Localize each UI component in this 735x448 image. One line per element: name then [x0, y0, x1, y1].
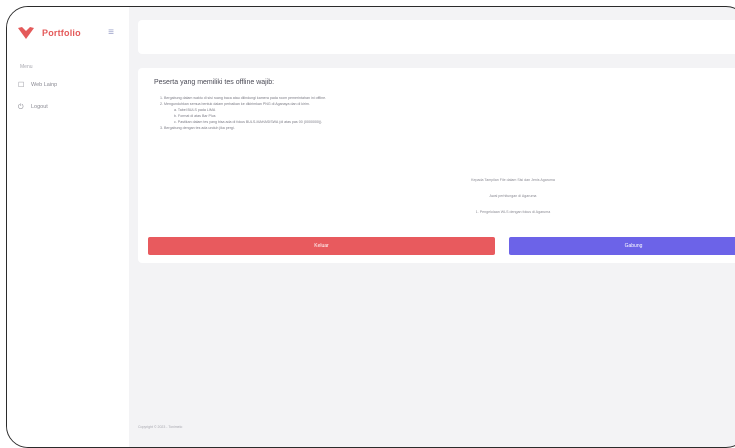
join-button[interactable]: Gabung: [509, 237, 735, 255]
footer-copyright: Copyright © 2023 - Tonimelo: [138, 425, 183, 429]
logout-icon: ⏻: [18, 103, 24, 111]
sidebar-item-home[interactable]: ☐ Web Lainp: [18, 80, 57, 90]
info-line: Kepada Tampilan File dalam Sisi dan Jeni…: [471, 178, 555, 182]
app-frame: Portfolio ≡ Menu ☐ Web Lainp ⏻ Logout Pe…: [6, 6, 735, 448]
top-bar: [138, 20, 735, 54]
square-icon: ☐: [18, 81, 25, 89]
card-title: Peserta yang memiliki tes offline wajib:: [154, 79, 275, 86]
heart-logo-icon: [18, 27, 34, 39]
info-line: Awal perhitungan di Agaruma: [489, 194, 537, 198]
sidebar-item-label: Web Lainp: [31, 82, 58, 88]
brand-name: Portfolio: [42, 28, 81, 38]
rules-list: 1. Bergabung dalam waktu di sisi ruang b…: [160, 95, 326, 131]
sidebar: Portfolio ≡ Menu ☐ Web Lainp ⏻ Logout: [7, 7, 129, 447]
info-lines: Kepada Tampilan File dalam Sisi dan Jeni…: [388, 172, 638, 220]
sidebar-item-label: Logout: [31, 104, 48, 110]
brand[interactable]: Portfolio: [17, 26, 81, 40]
rule-item: 3. Bergabung dengan tes ada unduh jika p…: [160, 126, 235, 130]
exam-instructions-card: Peserta yang memiliki tes offline wajib:…: [138, 68, 735, 263]
menu-toggle-icon[interactable]: ≡: [106, 28, 116, 38]
sidebar-section-label: Menu: [20, 64, 33, 70]
info-line: 1. Pengelolaan WLS dengan fokus di Agaru…: [475, 210, 551, 214]
exit-button[interactable]: Keluar: [148, 237, 495, 255]
sidebar-item-logout[interactable]: ⏻ Logout: [18, 102, 48, 112]
